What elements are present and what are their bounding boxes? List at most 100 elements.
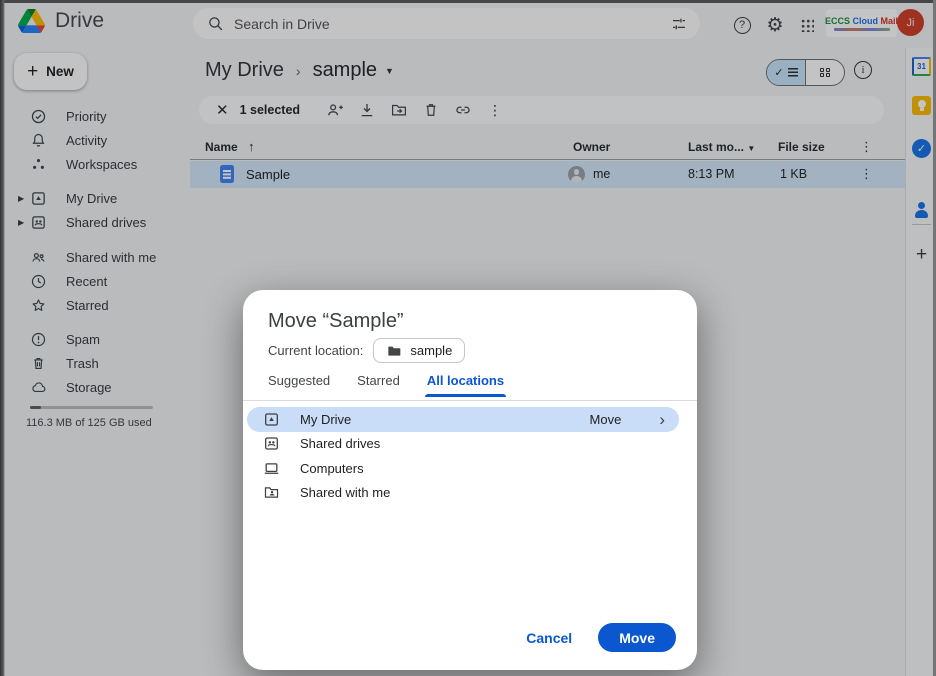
owner-avatar <box>568 166 585 183</box>
sidebar-item-starred[interactable]: Starred <box>0 293 190 317</box>
column-name[interactable]: Name <box>205 140 238 154</box>
account-badge[interactable]: ECCS Cloud Mail <box>826 9 897 37</box>
sort-ascending-icon[interactable]: ↑ <box>248 139 255 154</box>
gear-icon: ⚙ <box>766 16 783 35</box>
sidebar-item-priority[interactable]: Priority <box>0 104 190 128</box>
tab-starred[interactable]: Starred <box>357 373 400 397</box>
info-icon: i <box>861 64 864 76</box>
sidebar-nav: Priority Activity Workspaces ▶ My Drive … <box>0 104 190 399</box>
clear-selection-button[interactable]: ✕ <box>216 101 229 119</box>
list-view-button[interactable]: ✓ <box>767 60 806 85</box>
google-doc-icon <box>220 165 234 183</box>
settings-button[interactable]: ⚙ <box>762 12 788 38</box>
download-icon[interactable] <box>358 101 376 119</box>
copy-link-icon[interactable] <box>454 101 472 119</box>
tasks-icon[interactable]: ✓ <box>912 139 931 158</box>
dialog-footer: Cancel Move <box>526 623 676 652</box>
search-input[interactable] <box>234 16 670 32</box>
file-owner: me <box>593 167 610 181</box>
check-circle-icon <box>30 108 47 125</box>
file-row-selected[interactable]: Sample me 8:13 PM 1 KB ⋮ <box>190 161 905 188</box>
google-drive-screen: Drive ? ⚙ ECCS Cloud Mail Ji + New Prior… <box>0 0 936 676</box>
column-last-modified[interactable]: Last mo... ▼ <box>688 140 755 154</box>
current-location-chip[interactable]: sample <box>373 338 465 363</box>
get-addons-button[interactable]: + <box>912 244 931 266</box>
my-drive-icon <box>30 190 47 207</box>
location-row-shared-with-me[interactable]: Shared with me <box>247 481 679 506</box>
cancel-button[interactable]: Cancel <box>526 630 572 646</box>
plus-icon: + <box>27 62 38 81</box>
breadcrumb-chevron-icon: › <box>296 63 301 79</box>
column-settings-icon[interactable]: ⋮ <box>860 139 873 155</box>
expand-caret-icon[interactable]: ▶ <box>18 194 24 203</box>
storage-meter <box>30 406 153 409</box>
storage-meter-fill <box>30 406 41 409</box>
move-dialog: Move “Sample” Current location: sample S… <box>243 290 697 670</box>
sidebar-item-shared-with-me[interactable]: Shared with me <box>0 245 190 269</box>
sidebar-item-storage[interactable]: Storage <box>0 375 190 399</box>
apps-grid-icon <box>800 18 814 32</box>
breadcrumb: My Drive › sample▼ <box>205 59 394 82</box>
location-row-my-drive[interactable]: My Drive Move › <box>247 407 679 432</box>
move-to-folder-icon[interactable] <box>390 101 408 119</box>
check-icon: ✓ <box>774 66 783 79</box>
apps-grid-button[interactable] <box>794 12 820 38</box>
sidebar-item-my-drive[interactable]: ▶ My Drive <box>0 186 190 210</box>
view-toggle: ✓ <box>766 59 845 86</box>
keep-icon[interactable] <box>912 96 931 115</box>
move-button[interactable]: Move <box>598 623 676 652</box>
list-view-icon <box>788 68 798 77</box>
dialog-tabs: Suggested Starred All locations <box>268 373 504 397</box>
storage-usage-text: 116.3 MB of 125 GB used <box>26 417 152 429</box>
sidebar-item-activity[interactable]: Activity <box>0 128 190 152</box>
grid-view-icon <box>820 68 830 78</box>
side-apps-panel: 31 ✓ + <box>905 48 936 676</box>
app-header: Drive ? ⚙ ECCS Cloud Mail Ji <box>0 0 936 48</box>
account-badge-title: ECCS Cloud Mail <box>825 16 898 26</box>
share-person-add-icon[interactable] <box>326 101 344 119</box>
more-actions-icon[interactable]: ⋮ <box>488 102 502 119</box>
location-list: My Drive Move › Shared drives Computers … <box>243 407 697 505</box>
search-filters-icon[interactable] <box>670 15 688 33</box>
location-row-computers[interactable]: Computers <box>247 456 679 481</box>
column-file-size[interactable]: File size <box>778 140 825 154</box>
tab-all-locations[interactable]: All locations <box>427 373 504 397</box>
account-avatar[interactable]: Ji <box>897 9 924 36</box>
file-name: Sample <box>246 167 290 182</box>
help-icon: ? <box>734 17 751 34</box>
shared-drives-icon <box>30 214 47 231</box>
help-button[interactable]: ? <box>729 12 755 38</box>
row-move-action[interactable]: Move <box>590 412 622 427</box>
location-row-shared-drives[interactable]: Shared drives <box>247 432 679 457</box>
breadcrumb-current-folder[interactable]: sample▼ <box>313 59 394 82</box>
dialog-title: Move “Sample” <box>268 310 404 333</box>
sidebar-item-recent[interactable]: Recent <box>0 269 190 293</box>
column-owner[interactable]: Owner <box>573 140 610 154</box>
search-icon <box>207 15 224 32</box>
search-bar[interactable] <box>193 8 700 39</box>
details-button[interactable]: i <box>854 61 872 79</box>
expand-caret-icon[interactable]: ▶ <box>18 218 24 227</box>
file-more-actions-icon[interactable]: ⋮ <box>860 166 873 182</box>
window-top-edge <box>0 0 936 3</box>
new-button[interactable]: + New <box>14 53 87 90</box>
sidebar-item-spam[interactable]: Spam <box>0 327 190 351</box>
calendar-icon[interactable]: 31 <box>912 57 931 76</box>
cloud-icon <box>30 379 47 396</box>
sidebar-item-trash[interactable]: Trash <box>0 351 190 375</box>
star-icon <box>30 297 47 314</box>
drive-logo[interactable]: Drive <box>18 9 104 33</box>
dropdown-arrow-icon: ▼ <box>747 144 755 153</box>
grid-view-button[interactable] <box>806 60 844 85</box>
current-location-row: Current location: sample <box>268 338 465 363</box>
contacts-icon[interactable] <box>912 200 931 219</box>
chevron-right-icon[interactable]: › <box>659 411 665 428</box>
sidebar-item-workspaces[interactable]: Workspaces <box>0 152 190 176</box>
delete-trash-icon[interactable] <box>422 101 440 119</box>
bell-icon <box>30 132 47 149</box>
workspaces-dots-icon <box>30 156 47 173</box>
tab-suggested[interactable]: Suggested <box>268 373 330 397</box>
breadcrumb-my-drive[interactable]: My Drive <box>205 59 284 82</box>
sidebar-item-shared-drives[interactable]: ▶ Shared drives <box>0 210 190 234</box>
dropdown-arrow-icon: ▼ <box>385 66 394 76</box>
